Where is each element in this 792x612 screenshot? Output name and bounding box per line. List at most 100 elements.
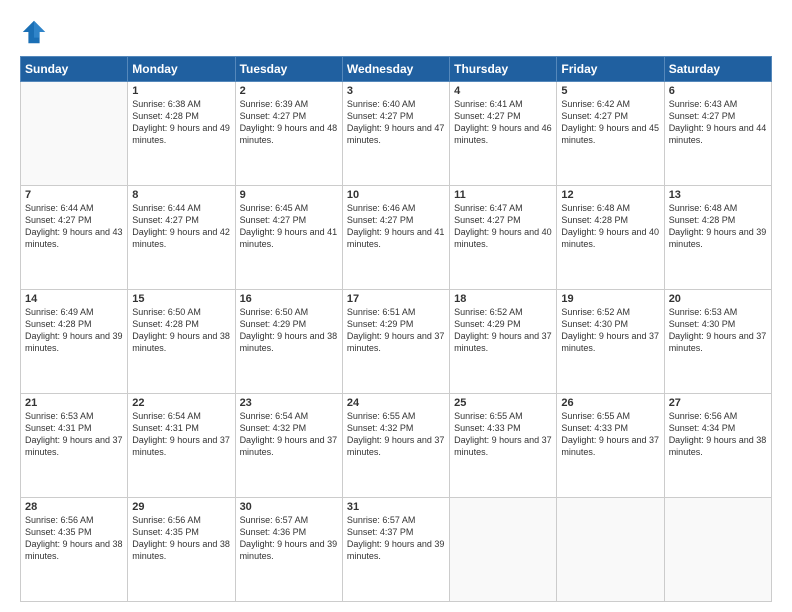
- weekday-header-row: SundayMondayTuesdayWednesdayThursdayFrid…: [21, 57, 772, 82]
- calendar-week-row: 21Sunrise: 6:53 AMSunset: 4:31 PMDayligh…: [21, 394, 772, 498]
- day-number: 2: [240, 85, 338, 97]
- day-info: Sunrise: 6:38 AMSunset: 4:28 PMDaylight:…: [132, 98, 230, 147]
- day-number: 21: [25, 397, 123, 409]
- calendar-day-cell: 21Sunrise: 6:53 AMSunset: 4:31 PMDayligh…: [21, 394, 128, 498]
- day-number: 22: [132, 397, 230, 409]
- day-number: 8: [132, 189, 230, 201]
- calendar-day-cell: 14Sunrise: 6:49 AMSunset: 4:28 PMDayligh…: [21, 290, 128, 394]
- calendar-day-cell: 18Sunrise: 6:52 AMSunset: 4:29 PMDayligh…: [450, 290, 557, 394]
- calendar-day-cell: 26Sunrise: 6:55 AMSunset: 4:33 PMDayligh…: [557, 394, 664, 498]
- day-info: Sunrise: 6:51 AMSunset: 4:29 PMDaylight:…: [347, 306, 445, 355]
- calendar-day-cell: 7Sunrise: 6:44 AMSunset: 4:27 PMDaylight…: [21, 186, 128, 290]
- calendar-day-cell: 28Sunrise: 6:56 AMSunset: 4:35 PMDayligh…: [21, 498, 128, 602]
- day-number: 31: [347, 501, 445, 513]
- day-info: Sunrise: 6:57 AMSunset: 4:36 PMDaylight:…: [240, 514, 338, 563]
- day-number: 3: [347, 85, 445, 97]
- day-number: 1: [132, 85, 230, 97]
- calendar-day-cell: 27Sunrise: 6:56 AMSunset: 4:34 PMDayligh…: [664, 394, 771, 498]
- day-number: 15: [132, 293, 230, 305]
- day-info: Sunrise: 6:42 AMSunset: 4:27 PMDaylight:…: [561, 98, 659, 147]
- calendar-day-cell: [450, 498, 557, 602]
- day-info: Sunrise: 6:53 AMSunset: 4:30 PMDaylight:…: [669, 306, 767, 355]
- day-number: 19: [561, 293, 659, 305]
- day-info: Sunrise: 6:50 AMSunset: 4:29 PMDaylight:…: [240, 306, 338, 355]
- calendar-day-cell: 9Sunrise: 6:45 AMSunset: 4:27 PMDaylight…: [235, 186, 342, 290]
- day-number: 29: [132, 501, 230, 513]
- calendar-day-cell: 24Sunrise: 6:55 AMSunset: 4:32 PMDayligh…: [342, 394, 449, 498]
- day-number: 9: [240, 189, 338, 201]
- calendar-week-row: 28Sunrise: 6:56 AMSunset: 4:35 PMDayligh…: [21, 498, 772, 602]
- calendar-day-cell: 23Sunrise: 6:54 AMSunset: 4:32 PMDayligh…: [235, 394, 342, 498]
- weekday-header: Tuesday: [235, 57, 342, 82]
- day-info: Sunrise: 6:57 AMSunset: 4:37 PMDaylight:…: [347, 514, 445, 563]
- calendar-week-row: 7 Sunrise: 6:44 AMSunset: 4:27 PMDaylight…: [21, 186, 772, 290]
- day-info: Sunrise: 6:48 AMSunset: 4:28 PMDaylight:…: [561, 202, 659, 251]
- day-number: 16: [240, 293, 338, 305]
- calendar-day-cell: [21, 82, 128, 186]
- calendar-day-cell: 4Sunrise: 6:41 AMSunset: 4:27 PMDaylight…: [450, 82, 557, 186]
- calendar-day-cell: 1Sunrise: 6:38 AMSunset: 4:28 PMDaylight…: [128, 82, 235, 186]
- day-number: 28: [25, 501, 123, 513]
- day-info: Sunrise: 6:41 AMSunset: 4:27 PMDaylight:…: [454, 98, 552, 147]
- day-info: Sunrise: 6:46 AMSunset: 4:27 PMDaylight:…: [347, 202, 445, 251]
- calendar-day-cell: [557, 498, 664, 602]
- day-info: Sunrise: 6:56 AMSunset: 4:34 PMDaylight:…: [669, 410, 767, 459]
- day-info: Sunrise: 6:40 AMSunset: 4:27 PMDaylight:…: [347, 98, 445, 147]
- calendar-day-cell: 31Sunrise: 6:57 AMSunset: 4:37 PMDayligh…: [342, 498, 449, 602]
- calendar-day-cell: 17Sunrise: 6:51 AMSunset: 4:29 PMDayligh…: [342, 290, 449, 394]
- weekday-header: Monday: [128, 57, 235, 82]
- day-number: 12: [561, 189, 659, 201]
- weekday-header: Sunday: [21, 57, 128, 82]
- calendar-day-cell: 15Sunrise: 6:50 AMSunset: 4:28 PMDayligh…: [128, 290, 235, 394]
- day-info: Sunrise: 6:39 AMSunset: 4:27 PMDaylight:…: [240, 98, 338, 147]
- day-number: 23: [240, 397, 338, 409]
- calendar-day-cell: 25Sunrise: 6:55 AMSunset: 4:33 PMDayligh…: [450, 394, 557, 498]
- calendar-day-cell: 11Sunrise: 6:47 AMSunset: 4:27 PMDayligh…: [450, 186, 557, 290]
- calendar-week-row: 14Sunrise: 6:49 AMSunset: 4:28 PMDayligh…: [21, 290, 772, 394]
- day-number: 7: [25, 189, 123, 201]
- day-number: 26: [561, 397, 659, 409]
- day-number: 11: [454, 189, 552, 201]
- calendar-day-cell: 5Sunrise: 6:42 AMSunset: 4:27 PMDaylight…: [557, 82, 664, 186]
- calendar-day-cell: 19Sunrise: 6:52 AMSunset: 4:30 PMDayligh…: [557, 290, 664, 394]
- calendar-day-cell: 20Sunrise: 6:53 AMSunset: 4:30 PMDayligh…: [664, 290, 771, 394]
- calendar-week-row: 1Sunrise: 6:38 AMSunset: 4:28 PMDaylight…: [21, 82, 772, 186]
- day-info: Sunrise: 6:50 AMSunset: 4:28 PMDaylight:…: [132, 306, 230, 355]
- weekday-header: Friday: [557, 57, 664, 82]
- day-info: Sunrise: 6:48 AMSunset: 4:28 PMDaylight:…: [669, 202, 767, 251]
- day-number: 5: [561, 85, 659, 97]
- calendar-day-cell: 22Sunrise: 6:54 AMSunset: 4:31 PMDayligh…: [128, 394, 235, 498]
- day-info: Sunrise: 6:55 AMSunset: 4:33 PMDaylight:…: [561, 410, 659, 459]
- day-number: 4: [454, 85, 552, 97]
- day-number: 25: [454, 397, 552, 409]
- day-number: 6: [669, 85, 767, 97]
- day-info: Sunrise: 6:52 AMSunset: 4:29 PMDaylight:…: [454, 306, 552, 355]
- logo: [20, 18, 52, 46]
- day-info: Sunrise: 6:56 AMSunset: 4:35 PMDaylight:…: [25, 514, 123, 563]
- calendar-day-cell: 29Sunrise: 6:56 AMSunset: 4:35 PMDayligh…: [128, 498, 235, 602]
- weekday-header: Saturday: [664, 57, 771, 82]
- calendar-day-cell: 30Sunrise: 6:57 AMSunset: 4:36 PMDayligh…: [235, 498, 342, 602]
- calendar-day-cell: 16Sunrise: 6:50 AMSunset: 4:29 PMDayligh…: [235, 290, 342, 394]
- day-info: Sunrise: 6:54 AMSunset: 4:31 PMDaylight:…: [132, 410, 230, 459]
- day-info: Sunrise: 6:49 AMSunset: 4:28 PMDaylight:…: [25, 306, 123, 355]
- day-number: 24: [347, 397, 445, 409]
- day-number: 20: [669, 293, 767, 305]
- calendar-day-cell: 2Sunrise: 6:39 AMSunset: 4:27 PMDaylight…: [235, 82, 342, 186]
- day-number: 18: [454, 293, 552, 305]
- day-info: Sunrise: 6:47 AMSunset: 4:27 PMDaylight:…: [454, 202, 552, 251]
- day-number: 13: [669, 189, 767, 201]
- calendar-day-cell: 6Sunrise: 6:43 AMSunset: 4:27 PMDaylight…: [664, 82, 771, 186]
- day-info: Sunrise: 6:56 AMSunset: 4:35 PMDaylight:…: [132, 514, 230, 563]
- day-info: Sunrise: 6:45 AMSunset: 4:27 PMDaylight:…: [240, 202, 338, 251]
- day-number: 27: [669, 397, 767, 409]
- weekday-header: Wednesday: [342, 57, 449, 82]
- calendar-day-cell: 12Sunrise: 6:48 AMSunset: 4:28 PMDayligh…: [557, 186, 664, 290]
- calendar-day-cell: 3Sunrise: 6:40 AMSunset: 4:27 PMDaylight…: [342, 82, 449, 186]
- weekday-header: Thursday: [450, 57, 557, 82]
- day-info: Sunrise: 6:53 AMSunset: 4:31 PMDaylight:…: [25, 410, 123, 459]
- day-info: Sunrise: 6:44 AMSunset: 4:27 PMDaylight:…: [132, 202, 230, 251]
- day-info: Sunrise: 6:55 AMSunset: 4:33 PMDaylight:…: [454, 410, 552, 459]
- day-number: 10: [347, 189, 445, 201]
- page-header: [20, 18, 772, 46]
